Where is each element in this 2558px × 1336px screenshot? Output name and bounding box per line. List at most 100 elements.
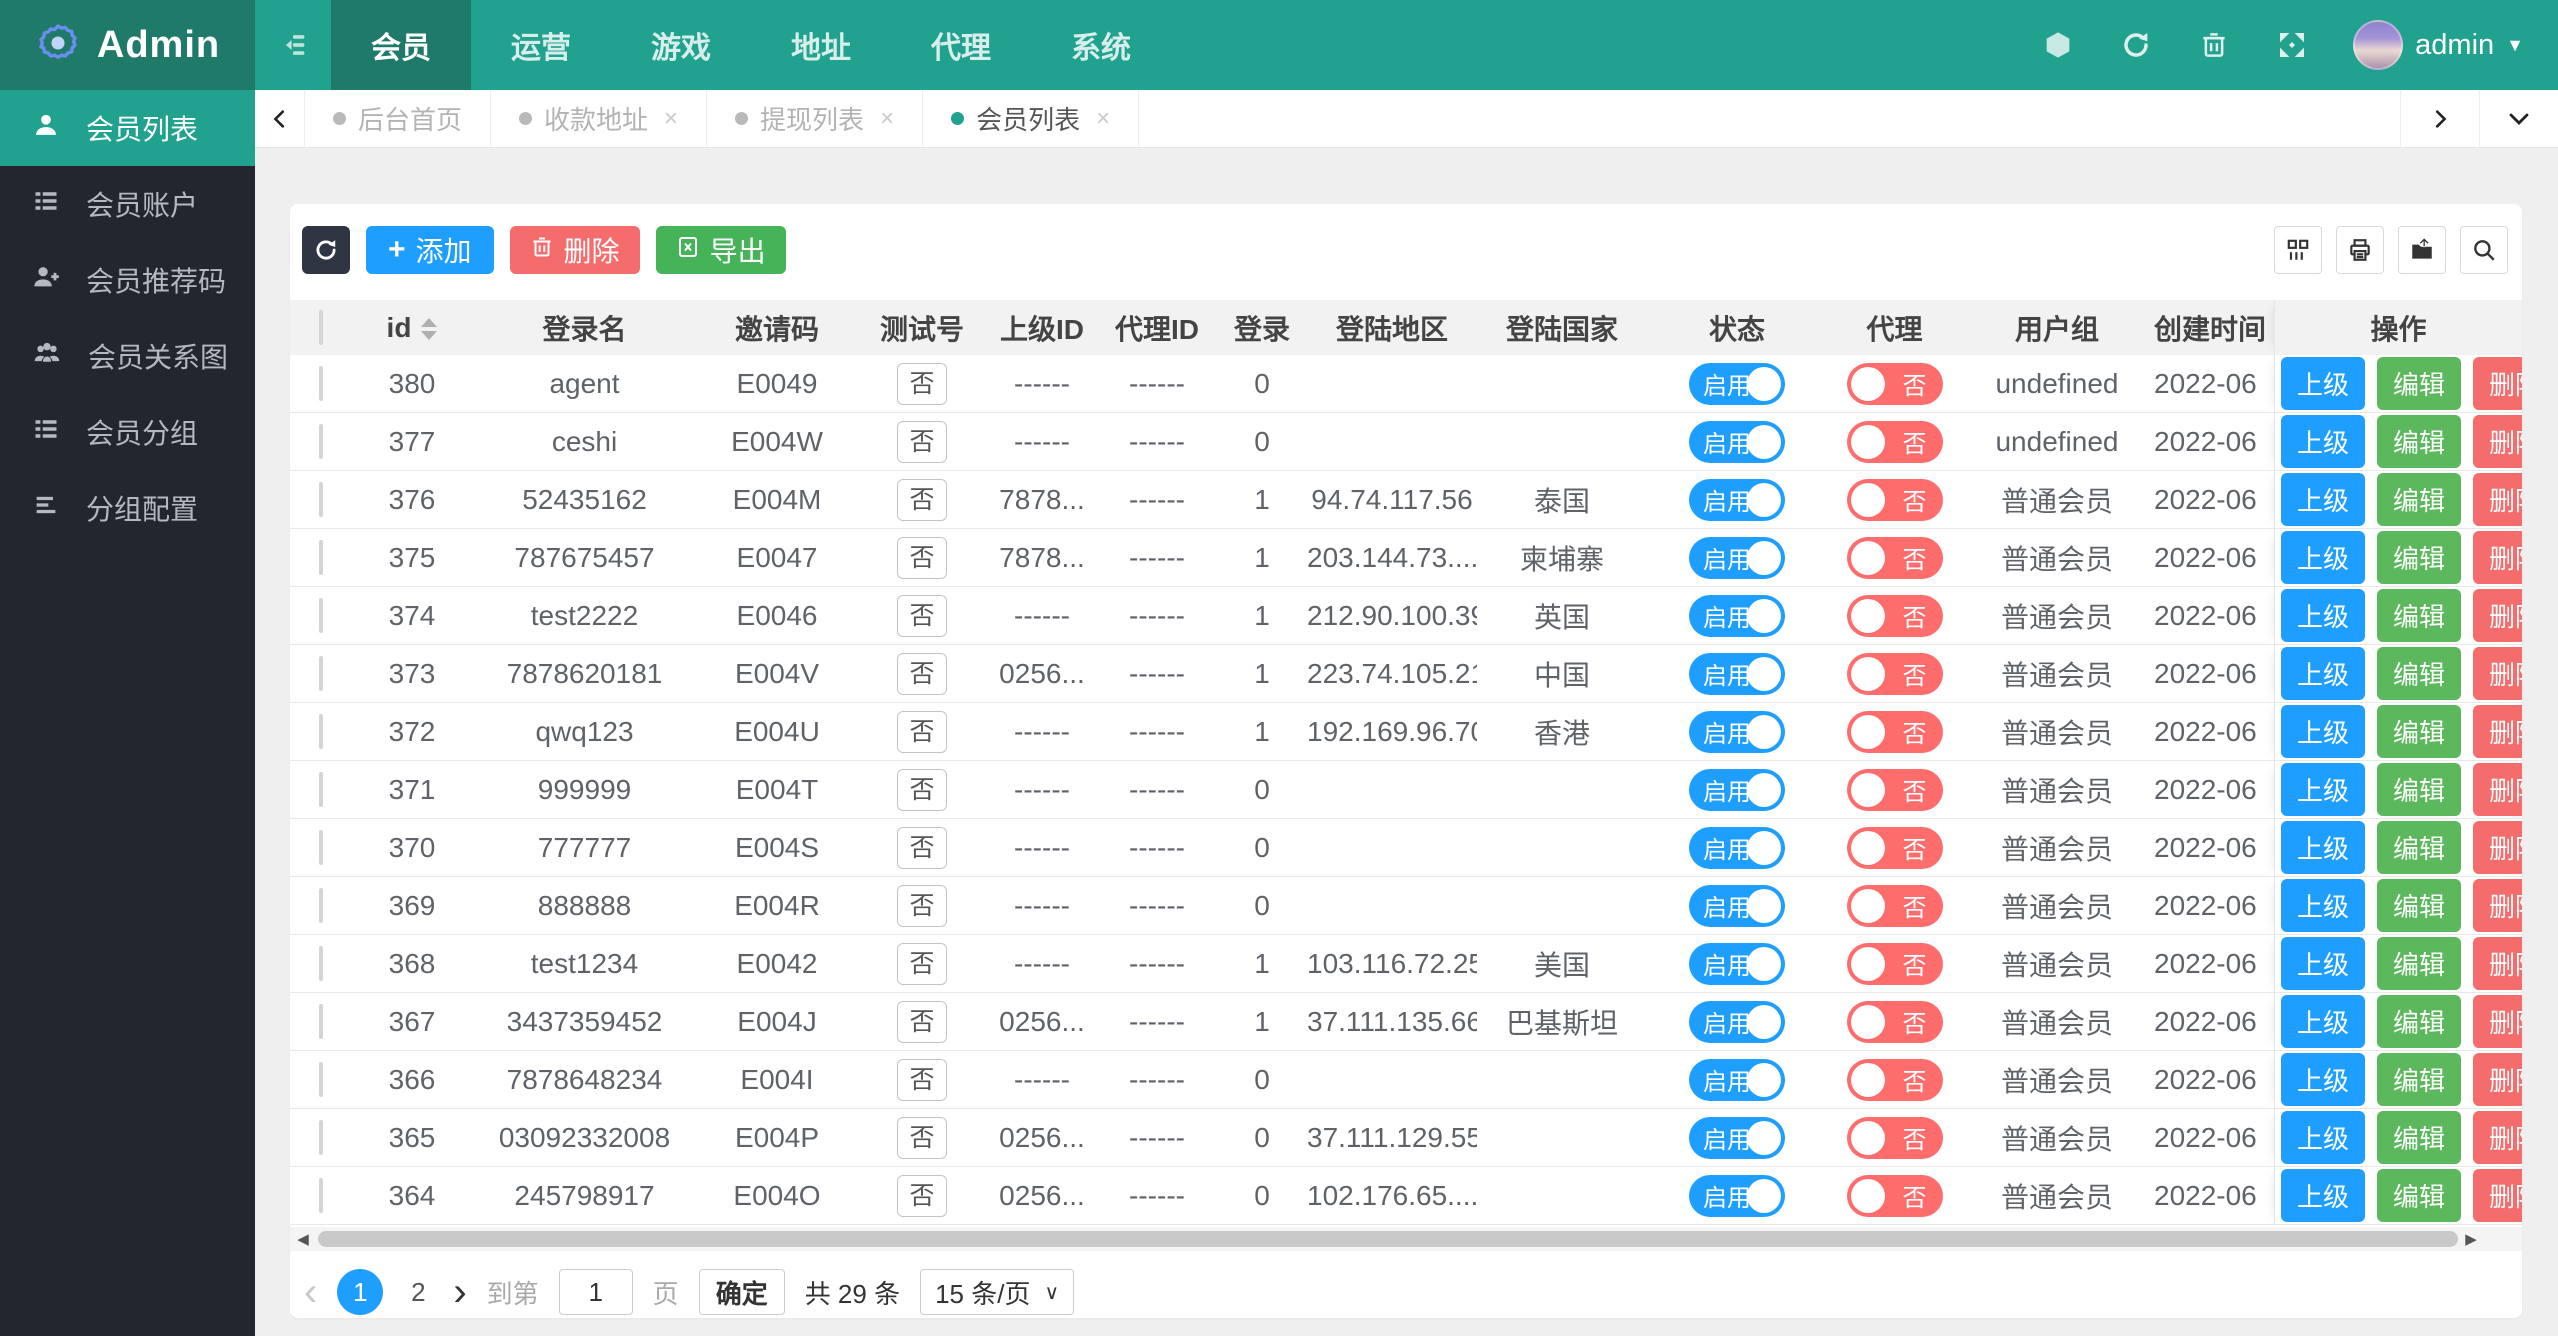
sidebar-item-2[interactable]: 会员推荐码: [0, 242, 255, 318]
edit-button[interactable]: 编辑: [2377, 763, 2462, 816]
status-toggle[interactable]: 启用: [1689, 826, 1785, 869]
parent-button[interactable]: 上级: [2281, 937, 2366, 990]
delete-row-button[interactable]: 删除: [2473, 995, 2522, 1048]
agent-toggle[interactable]: 否: [1846, 536, 1943, 579]
page-next-icon[interactable]: ›: [453, 1272, 466, 1312]
columns-icon[interactable]: [2274, 226, 2322, 274]
row-checkbox[interactable]: [319, 713, 323, 749]
fullscreen-icon[interactable]: [2275, 28, 2309, 62]
status-toggle[interactable]: 启用: [1689, 768, 1785, 811]
delete-row-button[interactable]: 删除: [2473, 879, 2522, 932]
refresh-button[interactable]: [302, 226, 350, 274]
parent-button[interactable]: 上级: [2281, 879, 2366, 932]
goto-page-input[interactable]: [558, 1269, 633, 1315]
tabs-menu-icon[interactable]: [2479, 90, 2558, 147]
agent-toggle[interactable]: 否: [1846, 826, 1943, 869]
status-toggle[interactable]: 启用: [1689, 1058, 1785, 1101]
select-all-checkbox[interactable]: [319, 309, 323, 345]
delete-row-button[interactable]: 删除: [2473, 531, 2522, 584]
edit-button[interactable]: 编辑: [2377, 357, 2462, 410]
agent-toggle[interactable]: 否: [1846, 1000, 1943, 1043]
delete-button[interactable]: 删除: [509, 226, 640, 274]
agent-toggle[interactable]: 否: [1846, 652, 1943, 695]
page-prev-icon[interactable]: ‹: [304, 1272, 317, 1312]
parent-button[interactable]: 上级: [2281, 995, 2366, 1048]
status-toggle[interactable]: 启用: [1689, 420, 1785, 463]
agent-toggle[interactable]: 否: [1846, 362, 1943, 405]
delete-row-button[interactable]: 删除: [2473, 1111, 2522, 1164]
edit-button[interactable]: 编辑: [2377, 531, 2462, 584]
sort-icon[interactable]: [421, 318, 438, 341]
parent-button[interactable]: 上级: [2281, 647, 2366, 700]
tab-0[interactable]: 后台首页: [305, 90, 492, 147]
status-toggle[interactable]: 启用: [1689, 1116, 1785, 1159]
edit-button[interactable]: 编辑: [2377, 937, 2462, 990]
tab-1[interactable]: 收款地址 ×: [491, 90, 708, 147]
parent-button[interactable]: 上级: [2281, 763, 2366, 816]
nav-item-3[interactable]: 地址: [751, 0, 891, 90]
status-toggle[interactable]: 启用: [1689, 362, 1785, 405]
agent-toggle[interactable]: 否: [1846, 1058, 1943, 1101]
goto-confirm-button[interactable]: 确定: [698, 1269, 785, 1315]
per-page-select[interactable]: 15 条/页 ∨: [920, 1269, 1075, 1315]
tab-2[interactable]: 提现列表 ×: [707, 90, 924, 147]
parent-button[interactable]: 上级: [2281, 705, 2366, 758]
delete-row-button[interactable]: 删除: [2473, 705, 2522, 758]
nav-item-1[interactable]: 运营: [471, 0, 611, 90]
add-button[interactable]: + 添加: [366, 226, 494, 274]
nav-item-2[interactable]: 游戏: [611, 0, 751, 90]
parent-button[interactable]: 上级: [2281, 531, 2366, 584]
row-checkbox[interactable]: [319, 597, 323, 633]
row-checkbox[interactable]: [319, 771, 323, 807]
hexagon-icon[interactable]: [2041, 28, 2075, 62]
agent-toggle[interactable]: 否: [1846, 594, 1943, 637]
row-checkbox[interactable]: [319, 1177, 323, 1213]
brand[interactable]: Admin: [0, 0, 255, 90]
row-checkbox[interactable]: [319, 655, 323, 691]
row-checkbox[interactable]: [319, 945, 323, 981]
status-toggle[interactable]: 启用: [1689, 1174, 1785, 1217]
delete-row-button[interactable]: 删除: [2473, 415, 2522, 468]
scrollbar-thumb[interactable]: [318, 1231, 2458, 1247]
parent-button[interactable]: 上级: [2281, 1111, 2366, 1164]
tabs-scroll-right-icon[interactable]: [2400, 90, 2479, 147]
row-checkbox[interactable]: [319, 539, 323, 575]
trash-icon[interactable]: [2197, 28, 2231, 62]
sidebar-item-3[interactable]: 会员关系图: [0, 318, 255, 394]
delete-row-button[interactable]: 删除: [2473, 647, 2522, 700]
parent-button[interactable]: 上级: [2281, 473, 2366, 526]
parent-button[interactable]: 上级: [2281, 415, 2366, 468]
edit-button[interactable]: 编辑: [2377, 1169, 2462, 1222]
nav-item-4[interactable]: 代理: [891, 0, 1031, 90]
parent-button[interactable]: 上级: [2281, 1053, 2366, 1106]
delete-row-button[interactable]: 删除: [2473, 1053, 2522, 1106]
row-checkbox[interactable]: [319, 829, 323, 865]
print-icon[interactable]: [2336, 226, 2384, 274]
row-checkbox[interactable]: [319, 481, 323, 517]
status-toggle[interactable]: 启用: [1689, 710, 1785, 753]
delete-row-button[interactable]: 删除: [2473, 821, 2522, 874]
status-toggle[interactable]: 启用: [1689, 884, 1785, 927]
parent-button[interactable]: 上级: [2281, 821, 2366, 874]
sidebar-item-5[interactable]: 分组配置: [0, 470, 255, 546]
row-checkbox[interactable]: [319, 887, 323, 923]
delete-row-button[interactable]: 删除: [2473, 1169, 2522, 1222]
search-icon[interactable]: [2460, 226, 2508, 274]
parent-button[interactable]: 上级: [2281, 589, 2366, 642]
edit-button[interactable]: 编辑: [2377, 879, 2462, 932]
row-checkbox[interactable]: [319, 423, 323, 459]
edit-button[interactable]: 编辑: [2377, 1111, 2462, 1164]
scroll-left-icon[interactable]: ◀: [290, 1227, 316, 1251]
status-toggle[interactable]: 启用: [1689, 652, 1785, 695]
export-button[interactable]: 导出: [655, 226, 786, 274]
edit-button[interactable]: 编辑: [2377, 705, 2462, 758]
sidebar-item-4[interactable]: 会员分组: [0, 394, 255, 470]
status-toggle[interactable]: 启用: [1689, 1000, 1785, 1043]
scroll-right-icon[interactable]: ▶: [2458, 1227, 2484, 1251]
edit-button[interactable]: 编辑: [2377, 821, 2462, 874]
table-scroll-area[interactable]: id 登录名 邀请码 测试号 上级ID 代理ID 登录 登陆地区 登陆国家 状态 代理 用户组 创建时间…: [290, 300, 2522, 1225]
user-menu[interactable]: admin ▼: [2353, 20, 2524, 70]
edit-button[interactable]: 编辑: [2377, 415, 2462, 468]
tab-close-icon[interactable]: ×: [664, 105, 678, 133]
tab-close-icon[interactable]: ×: [1096, 105, 1110, 133]
